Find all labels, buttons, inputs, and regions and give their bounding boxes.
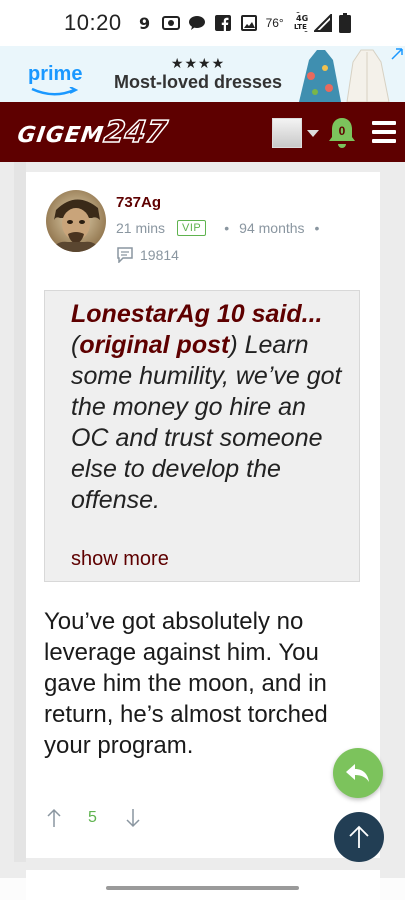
card-gutter (14, 162, 26, 862)
facebook-icon (214, 14, 232, 32)
hamburger-menu-icon[interactable] (372, 121, 396, 143)
status-time: 10:20 (64, 10, 122, 35)
notification-bell[interactable]: 0 (327, 116, 357, 150)
post-count-row: 19814 (116, 246, 179, 264)
camera-icon (161, 14, 180, 32)
vip-badge: VIP (177, 220, 207, 236)
arrow-up-icon (349, 825, 369, 848)
show-more-link[interactable]: show more (71, 548, 169, 571)
vote-row: 5 (46, 808, 141, 828)
vote-count: 5 (88, 809, 97, 826)
original-post-link[interactable]: original post (79, 331, 229, 359)
notification-count: 0 (338, 124, 346, 138)
ad-copy: ★★★★ Most-loved dresses (114, 55, 282, 93)
site-header: GIGEM247 0 (0, 102, 405, 162)
upvote-arrow-icon[interactable] (46, 808, 62, 828)
image-icon (240, 14, 258, 32)
svg-text:LTE: LTE (294, 23, 307, 31)
scroll-to-top-button[interactable] (334, 812, 384, 862)
status-notification-icons: 9 76° (136, 14, 284, 32)
post-body: You’ve got absolutely no leverage agains… (44, 608, 328, 759)
nine-icon: 9 (136, 14, 154, 32)
post-meta: 21 mins VIP • 94 months • (116, 220, 329, 236)
separator-dot: • (314, 220, 320, 236)
reply-button[interactable] (333, 748, 383, 798)
post-username[interactable]: 737Ag (116, 194, 161, 211)
comment-icon (116, 246, 134, 264)
avatar[interactable] (46, 190, 106, 252)
ad-headline: Most-loved dresses (114, 72, 283, 92)
ad-dress-image (299, 49, 390, 102)
status-system-icons: 4G LTE (294, 12, 354, 34)
chevron-down-icon[interactable] (307, 130, 319, 137)
network-type: 4G LTE (294, 12, 310, 34)
site-logo[interactable]: GIGEM247 (16, 114, 170, 151)
ad-info-icon[interactable] (391, 48, 403, 60)
status-temperature: 76° (265, 16, 284, 30)
svg-text:9: 9 (139, 14, 150, 32)
svg-text:4G: 4G (296, 14, 308, 23)
separator-dot: • (224, 220, 230, 236)
status-bar: 10:20 9 76° 4G LTE (0, 0, 405, 46)
reply-arrow-icon (346, 764, 369, 782)
membership-length: 94 months (239, 220, 305, 236)
prime-logo: prime (28, 63, 84, 95)
signal-icon (313, 14, 332, 32)
battery-icon (336, 13, 354, 33)
quote-text: LonestarAg 10 said... (original post) Le… (71, 300, 342, 514)
ad-rating-stars: ★★★★ (170, 55, 226, 71)
quote-block: LonestarAg 10 said... (original post) Le… (44, 290, 360, 582)
post-count: 19814 (140, 247, 179, 263)
gesture-handle[interactable] (106, 886, 299, 890)
downvote-arrow-icon[interactable] (125, 808, 141, 828)
post-time: 21 mins (116, 220, 166, 236)
ad-banner[interactable]: prime ★★★★ Most-loved dresses (0, 46, 405, 102)
post-card: 737Ag 21 mins VIP • 94 months • 19814 Lo… (26, 172, 380, 858)
quote-author[interactable]: LonestarAg 10 said... (71, 300, 322, 328)
chat-bubble-icon (188, 14, 206, 32)
user-avatar-button[interactable] (272, 118, 302, 148)
